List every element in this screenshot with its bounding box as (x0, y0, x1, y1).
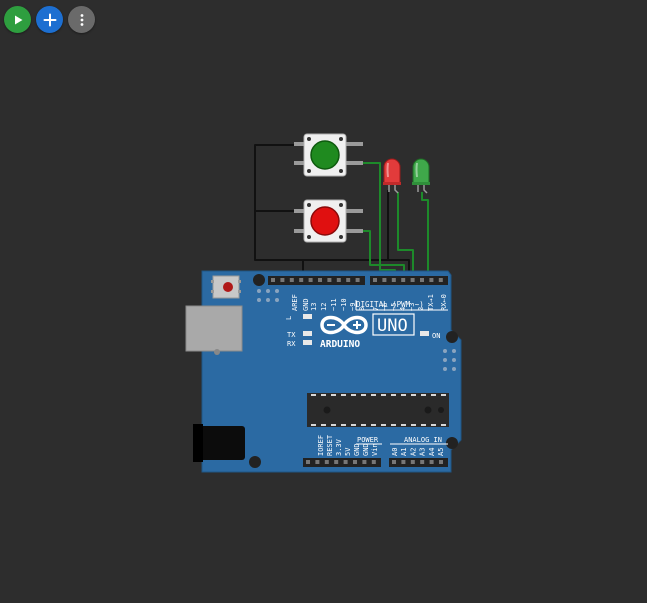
tx-label: TX (287, 331, 296, 339)
pushbutton-green[interactable] (294, 133, 363, 177)
red-button-cap[interactable] (310, 206, 340, 236)
mounting-hole (446, 437, 458, 449)
analog-pin-label: A2 (409, 448, 417, 456)
mounting-hole (446, 331, 458, 343)
reset-button[interactable] (211, 275, 241, 299)
digital-pin-label: 12 (320, 303, 328, 311)
led-green[interactable] (412, 158, 430, 194)
analog-label: ANALOG IN (404, 436, 442, 444)
l-label: L (285, 316, 293, 320)
mounting-hole (253, 274, 265, 286)
bottom-header-holes (306, 460, 443, 464)
analog-pin-label: A0 (391, 448, 399, 456)
analog-pin-label: A1 (400, 448, 408, 456)
analog-pin-label: A3 (419, 448, 427, 456)
digital-pin-label: ~11 (330, 298, 338, 311)
rx-label: RX (287, 340, 296, 348)
power-pin-label: Vin (371, 443, 379, 456)
led-green-body (412, 158, 430, 184)
digital-label: DIGITAL (PWM ~) (356, 300, 424, 309)
tx-led (303, 331, 312, 336)
power-header (303, 458, 381, 467)
arduino-uno-board[interactable]: AREF GND 13 12 ~11 ~10 ~9 8 7 ~6 ~5 4 ~3 2 TX→1 RX←0 DI… (185, 270, 462, 473)
mounting-hole (249, 456, 261, 468)
pushbutton-red[interactable] (294, 199, 363, 243)
power-pin-label: GND (362, 443, 370, 456)
digital-pin-label: 13 (310, 303, 318, 311)
led-red[interactable] (383, 158, 401, 194)
on-label: ON (432, 332, 440, 340)
digital-header-right (370, 276, 448, 285)
green-button-cap[interactable] (310, 140, 340, 170)
rx-led (303, 340, 312, 345)
power-label: POWER (357, 436, 379, 444)
usb-connector (185, 305, 243, 352)
l-led (303, 314, 312, 319)
arduino-brand-text: ARDUINO (320, 339, 360, 350)
digital-pin-label: ~10 (340, 298, 348, 311)
digital-pin-label: GND (302, 298, 310, 311)
power-pin-label: RESET (326, 434, 334, 456)
power-pin-label: GND (353, 443, 361, 456)
uno-logo-text: UNO (377, 316, 408, 336)
circuit-canvas[interactable]: AREF GND 13 12 ~11 ~10 ~9 8 7 ~6 ~5 4 ~3 2 TX→1 RX←0 DI… (0, 0, 647, 603)
analog-pin-label: A4 (428, 448, 436, 456)
power-pin-label: 3.3V (335, 438, 343, 456)
power-pin-label: 5V (344, 447, 352, 456)
power-pin-label: IOREF (317, 435, 325, 456)
atmega-chip (307, 393, 449, 427)
led-red-body (383, 158, 401, 184)
digital-pin-label: AREF (291, 294, 299, 311)
on-led (420, 331, 429, 336)
digital-pin-label: RX←0 (440, 294, 448, 311)
digital-pin-label: TX→1 (427, 294, 435, 311)
analog-pin-label: A5 (437, 448, 445, 456)
